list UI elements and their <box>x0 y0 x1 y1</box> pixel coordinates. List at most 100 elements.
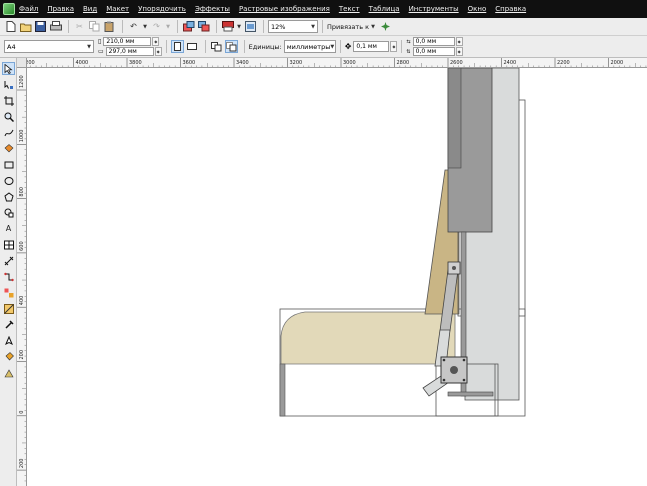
nudge-distance-input[interactable]: 0,1 мм <box>353 41 390 52</box>
toolbar-separator <box>165 40 167 53</box>
new-document-icon[interactable] <box>4 20 17 33</box>
undo-icon[interactable]: ↶ <box>127 20 140 33</box>
ruler-label: 4000 <box>76 60 89 66</box>
nudge-spinner[interactable]: ◆ <box>390 41 398 52</box>
menu-help[interactable]: Справка <box>495 5 526 13</box>
drawing[interactable] <box>27 67 647 486</box>
menu-edit[interactable]: Правка <box>47 5 74 13</box>
ruler-label: 2000 <box>611 60 624 66</box>
base-bar[interactable] <box>447 391 494 397</box>
outline-pen-icon[interactable] <box>2 334 15 347</box>
save-icon[interactable] <box>34 20 47 33</box>
ruler-label: 2800 <box>397 60 410 66</box>
seat-leg[interactable] <box>279 363 286 417</box>
paste-icon[interactable] <box>103 20 116 33</box>
menu-effects[interactable]: Эффекты <box>195 5 230 13</box>
fill-tool-icon[interactable] <box>2 350 15 363</box>
ruler-origin[interactable] <box>17 58 27 68</box>
polygon-tool-icon[interactable] <box>2 190 15 203</box>
application-launcher-icon[interactable] <box>244 20 257 33</box>
ruler-label: 2600 <box>450 60 463 66</box>
menu-window[interactable]: Окно <box>468 5 487 13</box>
horizontal-ruler[interactable]: 4200 4000 3800 3600 3400 3200 3000 2800 2600 2400… <box>17 58 647 68</box>
page-width-row: ▯ 210,0 мм ◆ <box>98 37 162 46</box>
ellipse-tool-icon[interactable] <box>2 174 15 187</box>
eyedropper-tool-icon[interactable] <box>2 318 15 331</box>
redo-icon[interactable]: ↷ <box>150 20 163 33</box>
property-bar: A4 ▼ ▯ 210,0 мм ◆ ▭ 297,0 мм ◆ Единицы: … <box>0 36 647 58</box>
page-width-input[interactable]: 210,0 мм <box>103 37 152 46</box>
cut-icon[interactable]: ✂ <box>73 20 86 33</box>
basic-shapes-icon[interactable] <box>2 206 15 219</box>
duplicate-y-row: ⇅ 0,0 мм ◆ <box>406 47 463 56</box>
seat-cushion[interactable] <box>280 311 456 365</box>
ruler-label: 3600 <box>183 60 196 66</box>
toolbox: A <box>0 58 17 486</box>
vertical-ruler[interactable]: 1200 1000 800 600 400 200 0 200 <box>17 68 27 486</box>
duplicate-x-input[interactable]: 0,0 мм <box>412 37 455 46</box>
options-icon[interactable] <box>379 20 392 33</box>
parallel-dimension-icon[interactable] <box>2 254 15 267</box>
toolbar-separator <box>122 20 123 33</box>
print-icon[interactable] <box>49 20 62 33</box>
menu-file[interactable]: Файл <box>19 5 38 13</box>
toolbar-separator <box>216 20 217 33</box>
smart-fill-icon[interactable] <box>2 142 15 155</box>
duplicate-y-spinner[interactable]: ◆ <box>455 47 463 56</box>
menu-bitmaps[interactable]: Растровые изображения <box>239 5 330 13</box>
menu-tools[interactable]: Инструменты <box>409 5 459 13</box>
height-spinner[interactable]: ◆ <box>154 47 162 56</box>
current-page-icon[interactable] <box>224 40 238 53</box>
ruler-label: 3800 <box>129 60 142 66</box>
portrait-icon[interactable] <box>170 40 184 53</box>
pick-tool-icon[interactable] <box>2 62 15 75</box>
rectangle-tool-icon[interactable] <box>2 158 15 171</box>
toolbar-separator <box>243 40 245 53</box>
blend-tool-icon[interactable] <box>2 286 15 299</box>
ruler-label: 3000 <box>343 60 356 66</box>
upper-block-strip[interactable] <box>447 67 462 169</box>
zoom-tool-icon[interactable] <box>2 110 15 123</box>
menu-view[interactable]: Вид <box>83 5 97 13</box>
table-tool-icon[interactable] <box>2 238 15 251</box>
menu-bar: Файл Правка Вид Макет Упорядочить Эффект… <box>0 0 647 18</box>
publish-pdf-icon[interactable] <box>221 20 234 33</box>
landscape-icon[interactable] <box>186 40 199 53</box>
duplicate-x-spinner[interactable]: ◆ <box>455 37 463 46</box>
drawing-canvas[interactable] <box>27 67 647 486</box>
text-tool-icon[interactable]: A <box>2 222 15 235</box>
connector-tool-icon[interactable] <box>2 270 15 283</box>
publish-dropdown-icon[interactable]: ▼ <box>236 20 242 33</box>
duplicate-y-input[interactable]: 0,0 мм <box>412 47 455 56</box>
menu-text[interactable]: Текст <box>339 5 360 13</box>
snap-dropdown-icon[interactable]: ▼ <box>369 20 377 33</box>
width-spinner[interactable]: ◆ <box>152 37 160 46</box>
all-pages-icon[interactable] <box>210 40 223 53</box>
menu-layout[interactable]: Макет <box>106 5 129 13</box>
units-select[interactable]: миллиметры ▼ <box>283 40 336 53</box>
page-size-select[interactable]: A4 ▼ <box>4 40 94 53</box>
interactive-fill-icon[interactable] <box>2 366 15 379</box>
transparency-tool-icon[interactable] <box>2 302 15 315</box>
redo-dropdown-icon[interactable]: ▼ <box>165 20 171 33</box>
menu-arrange[interactable]: Упорядочить <box>138 5 186 13</box>
import-icon[interactable] <box>182 20 195 33</box>
copy-icon[interactable] <box>88 20 101 33</box>
export-icon[interactable] <box>197 20 210 33</box>
shape-tool-icon[interactable] <box>2 78 15 91</box>
ruler-label: 3400 <box>236 60 249 66</box>
zoom-level-select[interactable]: 12% ▼ <box>268 20 318 33</box>
snap-to-label[interactable]: Привязать к <box>327 23 369 31</box>
menu-table[interactable]: Таблица <box>369 5 400 13</box>
page-height-input[interactable]: 297,0 мм <box>105 47 154 56</box>
ruler-label: 2400 <box>504 60 517 66</box>
toolbar-separator <box>68 20 69 33</box>
undo-dropdown-icon[interactable]: ▼ <box>142 20 148 33</box>
freehand-tool-icon[interactable] <box>2 126 15 139</box>
crop-tool-icon[interactable] <box>2 94 15 107</box>
open-folder-icon[interactable] <box>19 20 32 33</box>
toolbar-separator <box>339 40 341 53</box>
hinge-bolt <box>462 378 466 382</box>
horizontal-ruler-ticks: 4200 4000 3800 3600 3400 3200 3000 2800 2600 2400… <box>19 58 647 67</box>
page-dimensions: ▯ 210,0 мм ◆ ▭ 297,0 мм ◆ <box>98 37 162 56</box>
